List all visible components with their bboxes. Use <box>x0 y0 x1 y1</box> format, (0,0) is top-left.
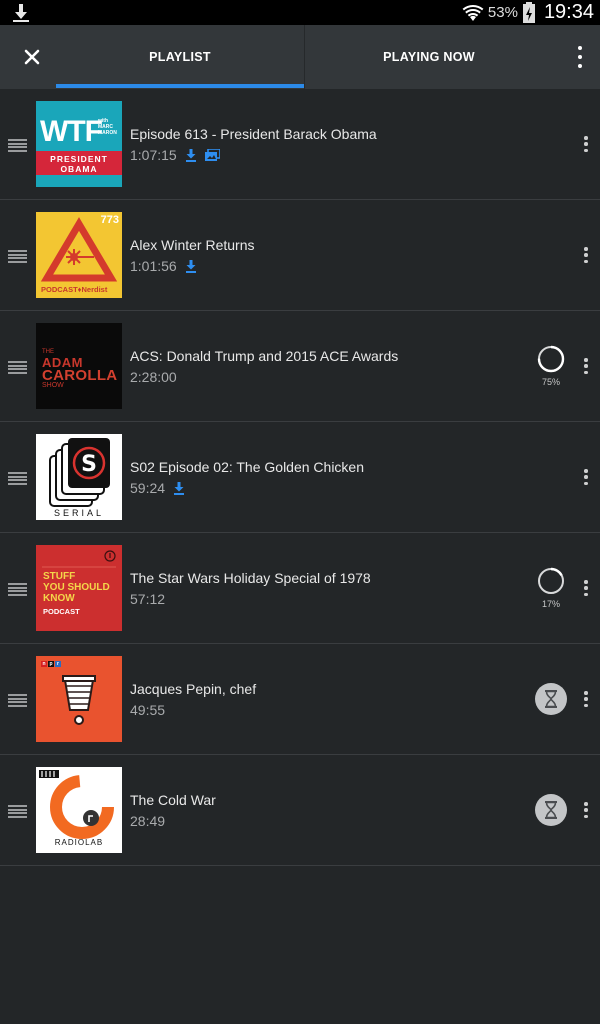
drag-handle-icon[interactable] <box>8 472 27 485</box>
episode-title: Alex Winter Returns <box>130 237 255 253</box>
downloaded-icon <box>174 481 185 495</box>
progress-ring-icon <box>537 567 565 595</box>
status-bar: 53% 19:34 <box>0 0 600 25</box>
hourglass-icon <box>545 801 557 819</box>
episode-duration: 59:24 <box>130 480 166 496</box>
list-item[interactable]: S SERIAL S02 Episode 02: The Golden Chic… <box>0 422 600 533</box>
list-item[interactable]: STUFF YOU SHOULD KNOW PODCAST The Star W… <box>0 533 600 644</box>
toolbar: PLAYLIST PLAYING NOW <box>0 25 600 89</box>
item-menu-button[interactable] <box>582 580 590 596</box>
tab-playlist[interactable]: PLAYLIST <box>56 25 304 89</box>
list-item[interactable]: WTF with MARC MARON PRESIDENT OBAMA Epis… <box>0 89 600 200</box>
episode-duration: 1:07:15 <box>130 147 177 163</box>
episode-duration: 2:28:00 <box>130 369 177 385</box>
downloaded-icon <box>185 259 196 273</box>
drag-handle-icon[interactable] <box>8 361 27 374</box>
tab-divider <box>304 25 305 89</box>
list-item[interactable]: 773 PODCAST♦Nerdist Alex Winter Returns … <box>0 200 600 311</box>
episode-title: ACS: Donald Trump and 2015 ACE Awards <box>130 348 399 364</box>
list-item[interactable]: npr Jacques Pepin, chef 49:55 <box>0 644 600 755</box>
battery-charging-icon <box>522 1 535 23</box>
item-menu-button[interactable] <box>582 691 590 707</box>
episode-title: Episode 613 - President Barack Obama <box>130 126 377 142</box>
drag-handle-icon[interactable] <box>8 583 27 596</box>
item-menu-button[interactable] <box>582 247 590 263</box>
item-menu-button[interactable] <box>582 358 590 374</box>
item-menu-button[interactable] <box>582 469 590 485</box>
queued-status[interactable] <box>535 794 567 826</box>
episode-duration: 49:55 <box>130 702 166 718</box>
podcast-artwork: RADIOLAB <box>36 767 122 853</box>
progress-percent: 75% <box>541 377 560 387</box>
tab-playing-now[interactable]: PLAYING NOW <box>305 25 553 89</box>
podcast-artwork: 773 PODCAST♦Nerdist <box>36 212 122 298</box>
overflow-menu-button[interactable] <box>574 46 586 68</box>
episode-title: Jacques Pepin, chef <box>130 681 257 697</box>
drag-handle-icon[interactable] <box>8 250 27 263</box>
episode-title: The Cold War <box>130 792 216 808</box>
download-notification-icon <box>13 4 29 22</box>
close-button[interactable] <box>16 41 48 73</box>
podcast-artwork: WTF with MARC MARON PRESIDENT OBAMA <box>36 101 122 187</box>
episode-title: The Star Wars Holiday Special of 1978 <box>130 570 371 586</box>
wifi-icon <box>462 4 484 21</box>
clock: 19:34 <box>543 1 594 23</box>
episode-duration: 1:01:56 <box>130 258 177 274</box>
downloaded-icon <box>185 148 196 162</box>
playlist: WTF with MARC MARON PRESIDENT OBAMA Epis… <box>0 89 600 866</box>
podcast-artwork: S SERIAL <box>36 434 122 520</box>
drag-handle-icon[interactable] <box>8 805 27 818</box>
cup-exclamation-icon <box>62 675 96 725</box>
episode-title: S02 Episode 02: The Golden Chicken <box>130 459 365 475</box>
hourglass-icon <box>545 690 557 708</box>
queued-status[interactable] <box>535 683 567 715</box>
episode-duration: 57:12 <box>130 591 166 607</box>
progress-percent: 17% <box>541 599 560 609</box>
video-icon <box>204 149 220 161</box>
podcast-artwork: STUFF YOU SHOULD KNOW PODCAST <box>36 545 122 631</box>
close-icon <box>24 49 40 65</box>
download-progress[interactable]: 75% <box>537 345 565 387</box>
episode-duration: 28:49 <box>130 813 166 829</box>
battery-percent: 53% <box>487 4 518 21</box>
drag-handle-icon[interactable] <box>8 694 27 707</box>
progress-ring-icon <box>537 345 565 373</box>
podcast-artwork: THE ADAM CAROLLA SHOW <box>36 323 122 409</box>
item-menu-button[interactable] <box>582 136 590 152</box>
drag-handle-icon[interactable] <box>8 139 27 152</box>
list-item[interactable]: RADIOLAB The Cold War 28:49 <box>0 755 600 866</box>
svg-text:S: S <box>81 452 97 477</box>
item-menu-button[interactable] <box>582 802 590 818</box>
download-progress[interactable]: 17% <box>537 567 565 609</box>
list-item[interactable]: THE ADAM CAROLLA SHOW ACS: Donald Trump … <box>0 311 600 422</box>
tab-selected-indicator <box>56 84 304 88</box>
podcast-artwork: npr <box>36 656 122 742</box>
